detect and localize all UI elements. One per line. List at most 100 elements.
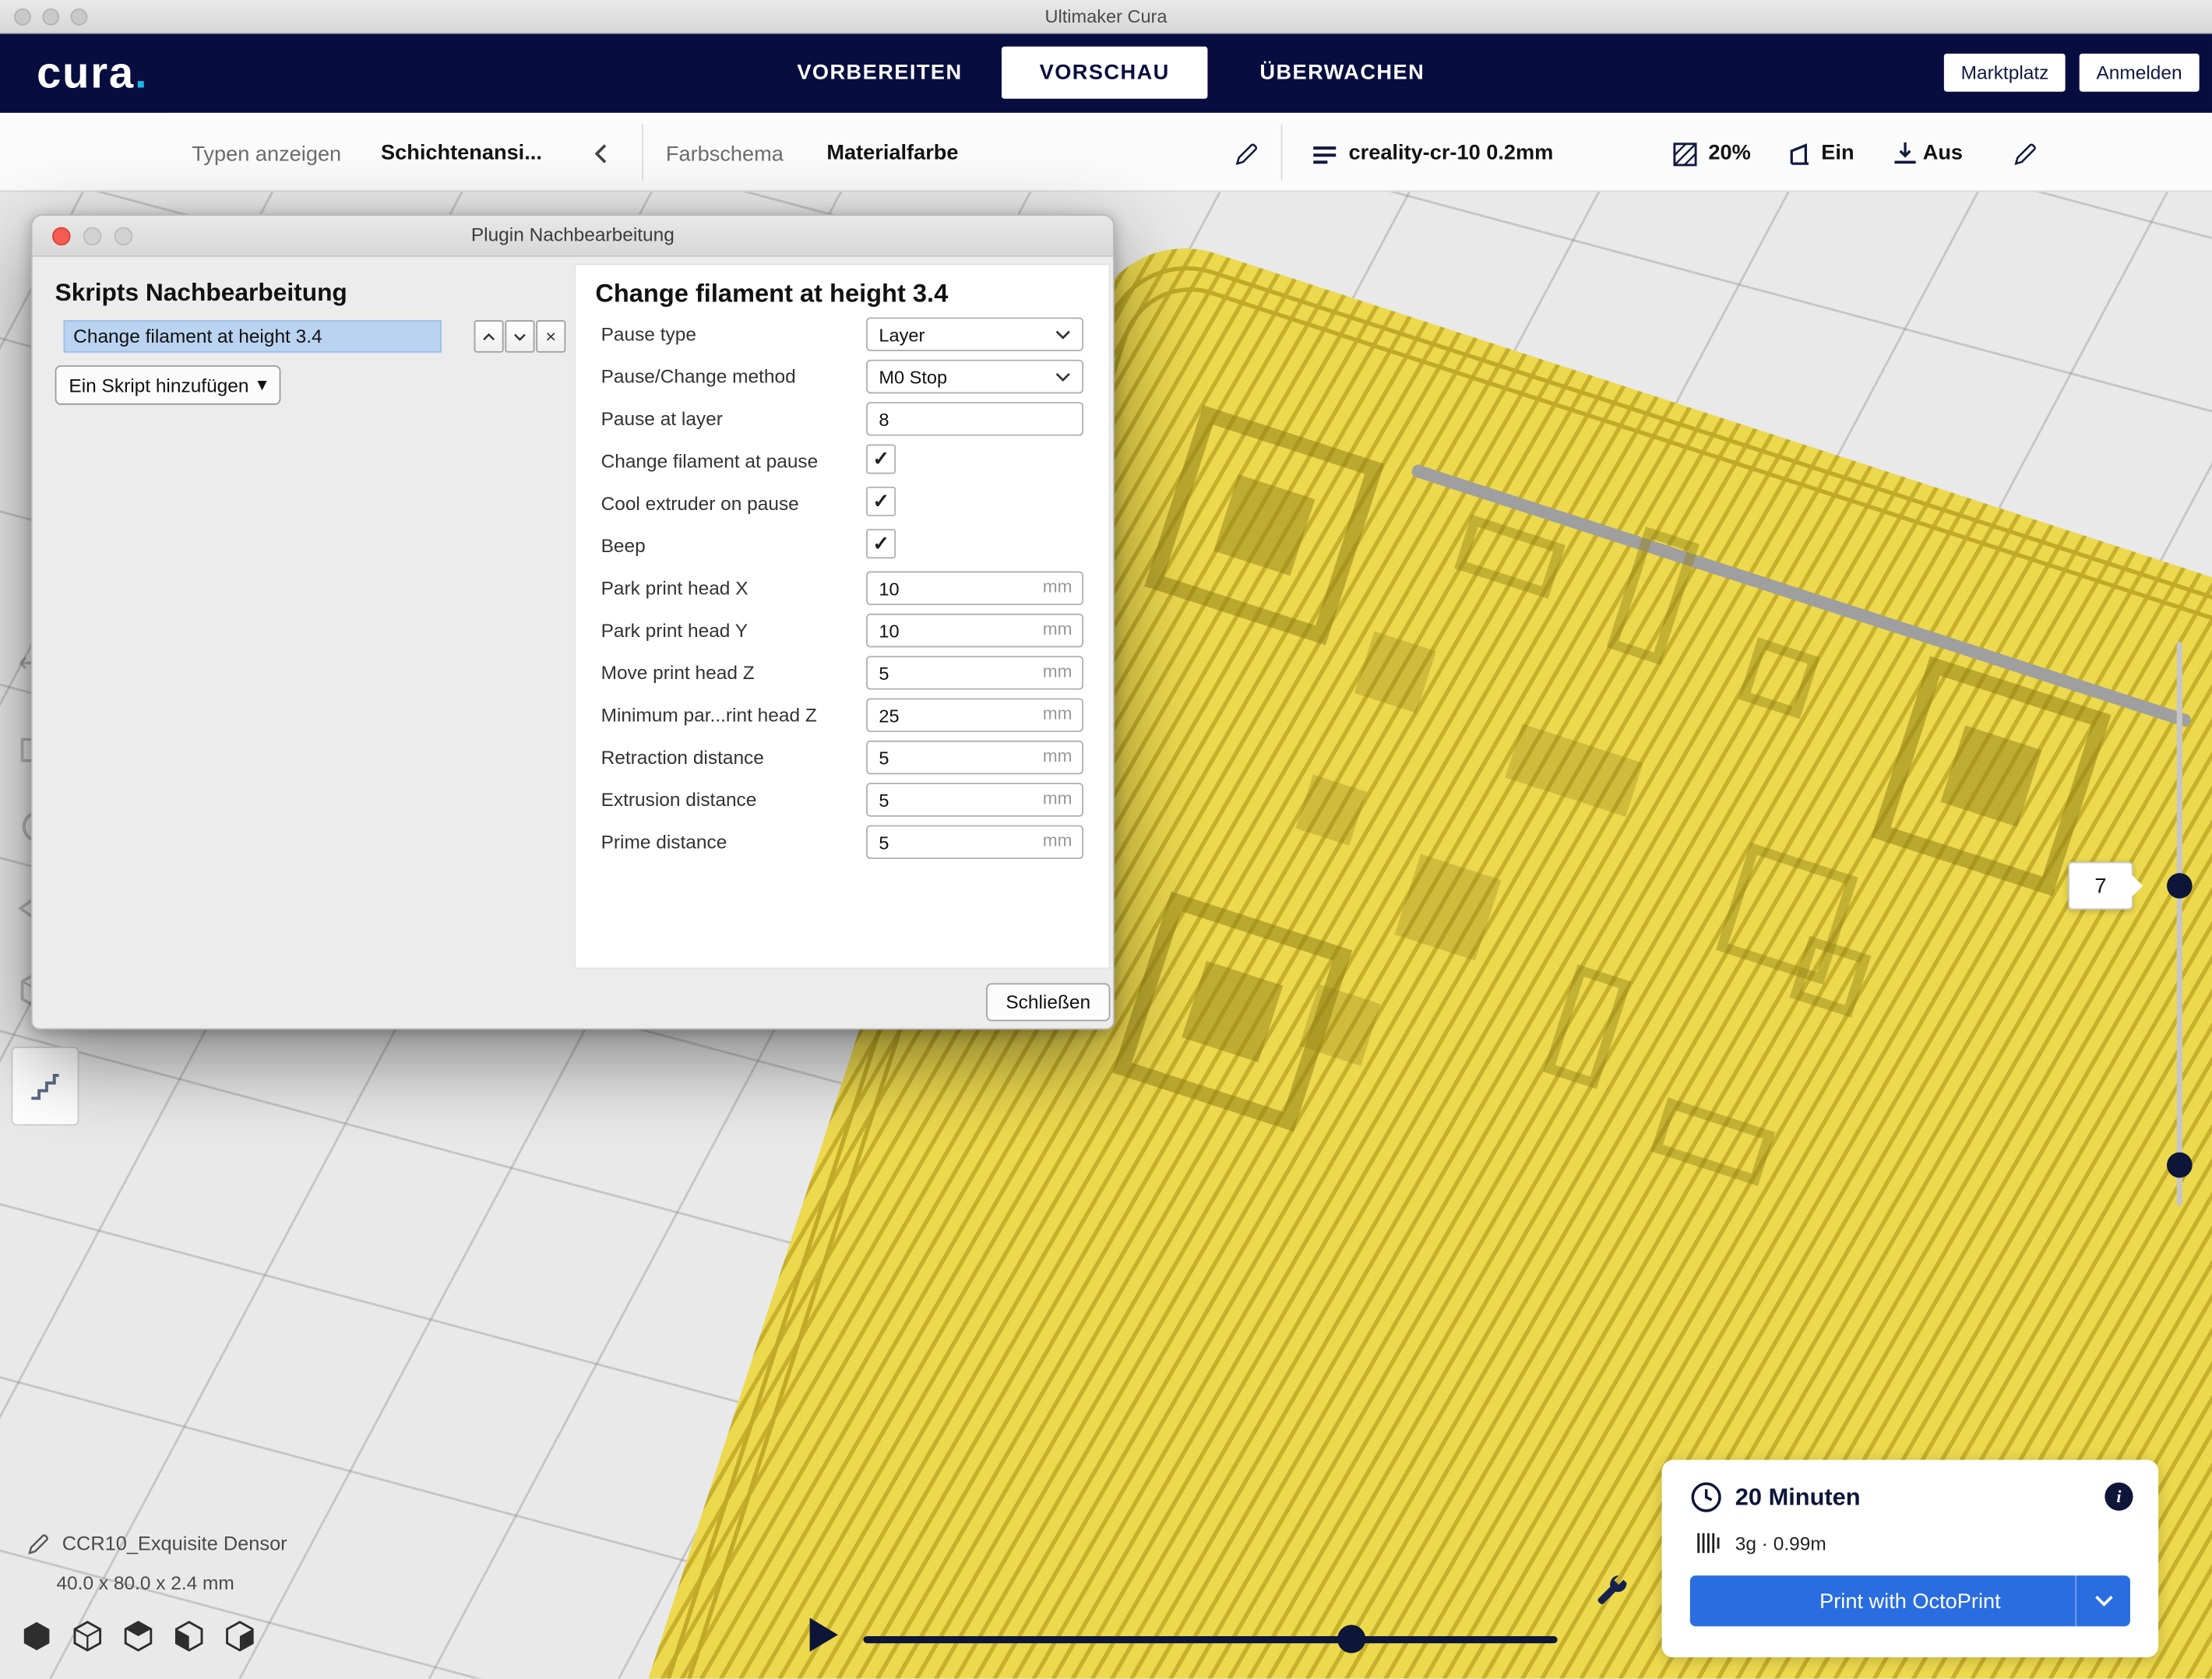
script-settings-rows: Pause type Layer Pause/Change method M0 Sto… — [576, 313, 1109, 863]
field-label: Pause/Change method — [601, 366, 796, 387]
edit-color-scheme-pencil-icon[interactable] — [1236, 143, 1259, 165]
field-row-beep: Beep✓ — [576, 525, 1109, 567]
field-label: Prime distance — [601, 832, 727, 853]
field-label: Park print head Y — [601, 620, 748, 641]
signin-button[interactable]: Anmelden — [2080, 54, 2200, 92]
field-row-pause-type: Pause type Layer — [576, 313, 1109, 355]
print-info-card: 20 Minuten i 3g · 0.99m Print with OctoP… — [1662, 1460, 2159, 1658]
field-input-wrap: mm — [866, 825, 1083, 859]
rename-model-pencil-icon[interactable] — [28, 1533, 49, 1554]
model-dimensions: 40.0 x 80.0 x 2.4 mm — [56, 1573, 234, 1594]
field-input[interactable] — [866, 402, 1083, 435]
os-titlebar: Ultimaker Cura — [0, 0, 2212, 33]
view-front-icon[interactable] — [71, 1619, 104, 1653]
field-select-value: Layer — [879, 324, 925, 345]
field-input-wrap: mm — [866, 741, 1083, 774]
view-3d-icon[interactable] — [19, 1619, 53, 1653]
field-row-park-print-head-y: Park print head Ymm — [576, 609, 1109, 651]
logo-dot: . — [135, 48, 148, 97]
print-options-chevron-icon[interactable] — [2075, 1575, 2130, 1626]
clock-icon — [1690, 1481, 1723, 1514]
tab-vorbereiten[interactable]: VORBEREITEN — [797, 61, 962, 85]
stairs-icon — [26, 1068, 63, 1104]
material-estimate: 3g · 0.99m — [1735, 1533, 1826, 1554]
field-checkbox[interactable]: ✓ — [866, 529, 896, 558]
support-icon — [1789, 143, 1812, 167]
field-row-retraction-distance: Retraction distance mm — [576, 736, 1109, 778]
layer-slider-track[interactable] — [2177, 642, 2182, 1206]
tab-vorschau[interactable]: VORSCHAU — [1002, 47, 1207, 99]
check-icon: ✓ — [872, 447, 889, 471]
remove-script-button[interactable]: × — [536, 320, 565, 353]
path-slider-handle[interactable] — [1337, 1625, 1365, 1653]
field-select[interactable]: Layer — [866, 318, 1083, 351]
script-settings-panel: Change filament at height 3.4 Pause type… — [574, 264, 1110, 970]
cura-logo: cura. — [37, 48, 148, 99]
add-script-dropdown-button[interactable]: Ein Skript hinzufügen ▾ — [55, 365, 281, 405]
tab-ueberwachen[interactable]: ÜBERWACHEN — [1259, 61, 1425, 85]
layer-slider-lower-handle[interactable] — [2167, 1153, 2193, 1178]
field-label: Pause type — [601, 324, 696, 345]
chevron-down-icon — [1055, 329, 1071, 340]
color-scheme-label: Farbschema — [666, 143, 784, 167]
field-checkbox[interactable]: ✓ — [866, 445, 896, 474]
infill-value[interactable]: 20% — [1708, 141, 1750, 165]
script-list-item-selected[interactable]: Change filament at height 3.4 — [64, 320, 442, 353]
field-input-wrap: mm — [866, 656, 1083, 689]
field-label: Move print head Z — [601, 662, 755, 683]
layers-profile-icon — [1312, 146, 1337, 165]
play-button[interactable] — [810, 1617, 838, 1651]
field-input-wrap: mm — [866, 699, 1083, 732]
toolbar-separator — [642, 124, 643, 180]
field-label: Retraction distance — [601, 747, 764, 768]
toolbar-separator — [1281, 124, 1283, 180]
view-left-icon[interactable] — [172, 1619, 206, 1653]
window-title: Ultimaker Cura — [0, 5, 2212, 26]
dialog-schliessen-button[interactable]: Schließen — [986, 983, 1110, 1021]
path-slider-track[interactable] — [863, 1636, 1557, 1643]
field-row-move-print-head-z: Move print head Z mm — [576, 652, 1109, 694]
field-row-extrusion-distance: Extrusion distancemm — [576, 779, 1109, 821]
field-row-cool-extruder-on-pause: Cool extruder on pause✓ — [576, 482, 1109, 524]
field-row-park-print-head-x: Park print head Xmm — [576, 567, 1109, 609]
adhesion-value[interactable]: Aus — [1923, 141, 1963, 165]
post-processing-dialog: Plugin Nachbearbeitung Skripts Nachbearb… — [31, 214, 1115, 1030]
view-top-icon[interactable] — [122, 1619, 155, 1653]
printer-profile-value[interactable]: creality-cr-10 0.2mm — [1349, 141, 1554, 165]
edit-print-settings-pencil-icon[interactable] — [2014, 143, 2037, 165]
view-preset-bar — [19, 1619, 256, 1653]
move-script-down-button[interactable] — [505, 320, 534, 353]
view-right-icon[interactable] — [223, 1619, 256, 1653]
marketplace-button[interactable]: Marktplatz — [1944, 54, 2066, 92]
field-select[interactable]: M0 Stop — [866, 360, 1083, 393]
print-button-label: Print with OctoPrint — [1819, 1589, 2001, 1613]
unit-label: mm — [1043, 661, 1073, 681]
info-icon[interactable]: i — [2105, 1483, 2133, 1511]
field-row-prime-distance: Prime distance mm — [576, 821, 1109, 863]
field-input-wrap: mm — [866, 783, 1083, 816]
field-checkbox[interactable]: ✓ — [866, 487, 896, 516]
material-icon — [1696, 1532, 1724, 1554]
scripts-heading: Skripts Nachbearbeitung — [55, 278, 347, 308]
unit-label: mm — [1043, 831, 1073, 850]
field-label: Minimum par...rint head Z — [601, 705, 817, 726]
support-blocker-tool[interactable] — [11, 1047, 79, 1125]
collapse-chevron-icon[interactable] — [593, 144, 610, 164]
color-scheme-value[interactable]: Materialfarbe — [826, 141, 958, 165]
layer-slider-upper-handle[interactable] — [2167, 873, 2193, 899]
unit-label: mm — [1043, 577, 1073, 597]
view-type-value[interactable]: Schichtenansi... — [381, 141, 542, 165]
print-with-octoprint-button[interactable]: Print with OctoPrint — [1690, 1575, 2130, 1626]
cura-application: Ultimaker Cura cura. VORBEREITEN VORSCHA… — [0, 0, 2212, 1678]
wrench-icon[interactable] — [1591, 1572, 1631, 1611]
field-row-pause-change-method: Pause/Change method M0 Stop — [576, 355, 1109, 397]
field-input-wrap — [866, 402, 1083, 435]
add-script-label: Ein Skript hinzufügen — [69, 375, 248, 396]
field-row-change-filament-at-pause: Change filament at pause✓ — [576, 440, 1109, 482]
unit-label: mm — [1043, 704, 1073, 723]
move-script-up-button[interactable] — [474, 320, 504, 353]
model-name: CCR10_Exquisite Densor — [62, 1532, 287, 1554]
support-value[interactable]: Ein — [1821, 141, 1854, 165]
field-label: Pause at layer — [601, 408, 723, 429]
infill-icon — [1673, 143, 1697, 167]
